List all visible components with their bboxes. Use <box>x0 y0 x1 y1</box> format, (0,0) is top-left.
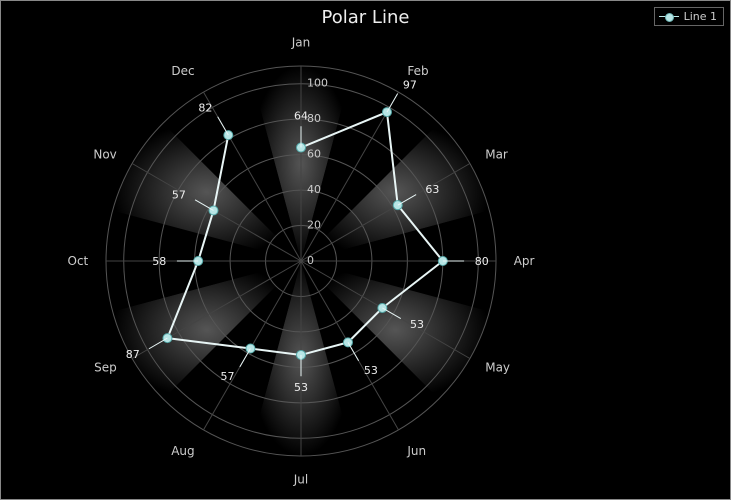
svg-text:53: 53 <box>294 381 308 394</box>
svg-text:53: 53 <box>410 318 424 331</box>
svg-text:Nov: Nov <box>93 148 116 162</box>
svg-text:Aug: Aug <box>171 444 194 458</box>
svg-text:Mar: Mar <box>485 148 508 162</box>
polar-chart: 0 20 40 60 80 100 Jan Feb Mar Apr May Jun Jul Aug Sep O… <box>1 1 731 500</box>
svg-text:Oct: Oct <box>68 254 89 268</box>
svg-text:Jun: Jun <box>406 444 426 458</box>
svg-text:60: 60 <box>307 148 321 161</box>
svg-text:Apr: Apr <box>514 254 535 268</box>
svg-text:63: 63 <box>425 183 439 196</box>
svg-text:100: 100 <box>307 77 328 90</box>
svg-text:58: 58 <box>152 255 166 268</box>
svg-text:Feb: Feb <box>407 64 428 78</box>
svg-text:80: 80 <box>475 255 489 268</box>
svg-text:64: 64 <box>294 110 308 123</box>
svg-text:Dec: Dec <box>171 64 194 78</box>
svg-text:Sep: Sep <box>94 360 117 374</box>
svg-text:Jul: Jul <box>293 473 308 487</box>
svg-text:87: 87 <box>126 348 140 361</box>
svg-text:53: 53 <box>364 364 378 377</box>
svg-text:80: 80 <box>307 112 321 125</box>
svg-text:97: 97 <box>403 78 417 91</box>
svg-text:82: 82 <box>198 101 212 114</box>
svg-text:20: 20 <box>307 219 321 232</box>
svg-text:40: 40 <box>307 183 321 196</box>
svg-text:57: 57 <box>172 189 186 202</box>
svg-text:Jan: Jan <box>291 35 311 49</box>
svg-text:57: 57 <box>221 370 235 383</box>
svg-text:May: May <box>485 360 510 374</box>
svg-text:0: 0 <box>307 254 314 267</box>
